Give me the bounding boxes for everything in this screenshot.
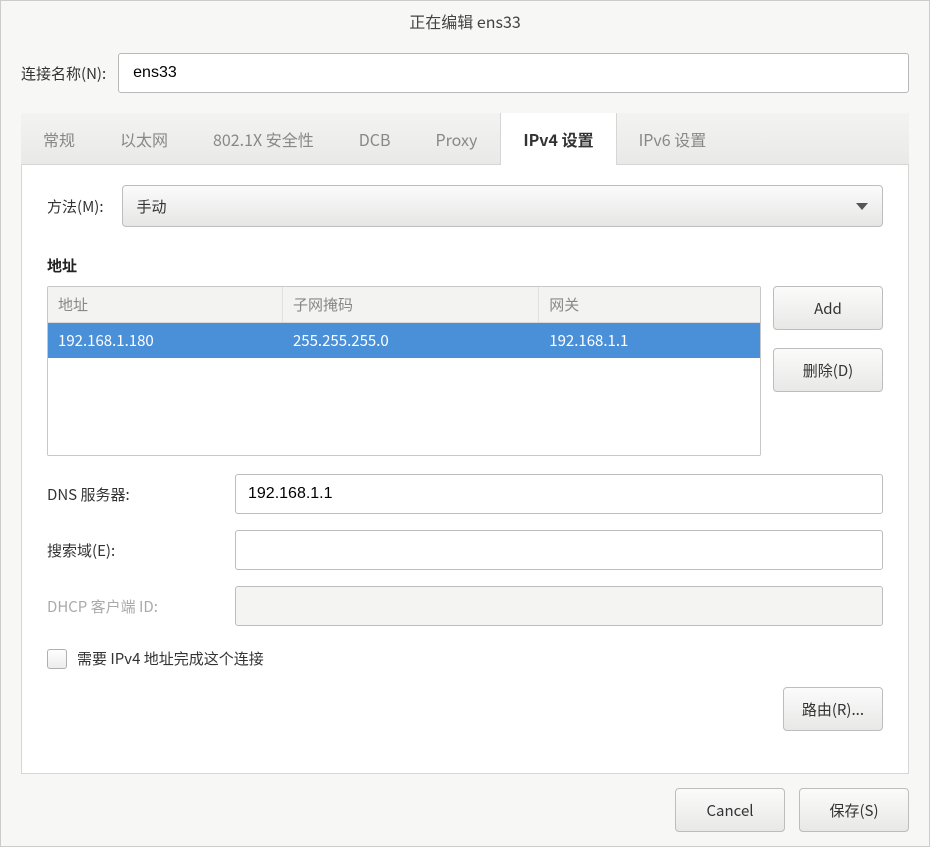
dns-input[interactable] <box>235 474 883 514</box>
tab-8021x-security[interactable]: 802.1X 安全性 <box>191 113 337 164</box>
window-titlebar: 正在编辑 ens33 <box>1 1 929 41</box>
add-button[interactable]: Add <box>773 286 883 330</box>
table-row[interactable]: 192.168.1.180 255.255.255.0 192.168.1.1 <box>48 323 760 358</box>
dns-row: DNS 服务器: <box>47 474 883 514</box>
connection-name-row: 连接名称(N): <box>21 53 909 93</box>
window-content: 连接名称(N): 常规 以太网 802.1X 安全性 DCB Proxy IPv… <box>1 41 929 774</box>
editing-connection-window: 正在编辑 ens33 连接名称(N): 常规 以太网 802.1X 安全性 DC… <box>0 0 930 847</box>
tab-dcb[interactable]: DCB <box>337 113 414 164</box>
addresses-table-header: 地址 子网掩码 网关 <box>48 287 760 323</box>
tab-ipv6-settings[interactable]: IPv6 设置 <box>617 113 730 164</box>
chevron-down-icon <box>856 203 868 210</box>
method-select-value: 手动 <box>137 196 167 217</box>
addresses-buttons: Add 删除(D) <box>773 286 883 456</box>
routes-row: 路由(R)... <box>47 687 883 731</box>
method-select[interactable]: 手动 <box>122 185 884 227</box>
col-header-netmask[interactable]: 子网掩码 <box>283 287 539 322</box>
search-domain-row: 搜索域(E): <box>47 530 883 570</box>
search-domain-input[interactable] <box>235 530 883 570</box>
dhcp-client-id-input <box>235 586 883 626</box>
cell-gateway: 192.168.1.1 <box>539 323 760 358</box>
connection-name-label: 连接名称(N): <box>21 63 106 84</box>
ipv4-tab-body: 方法(M): 手动 地址 地址 子网掩码 网关 192.168.1.180 <box>21 165 909 774</box>
tabs-bar: 常规 以太网 802.1X 安全性 DCB Proxy IPv4 设置 IPv6… <box>21 113 909 165</box>
cell-address: 192.168.1.180 <box>48 323 283 358</box>
dhcp-client-id-row: DHCP 客户端 ID: <box>47 586 883 626</box>
tab-proxy[interactable]: Proxy <box>414 113 501 164</box>
window-title: 正在编辑 ens33 <box>409 9 520 33</box>
save-button[interactable]: 保存(S) <box>799 788 909 832</box>
routes-button[interactable]: 路由(R)... <box>783 687 883 731</box>
col-header-address[interactable]: 地址 <box>48 287 283 322</box>
cell-netmask: 255.255.255.0 <box>283 323 539 358</box>
col-header-gateway[interactable]: 网关 <box>539 287 760 322</box>
tab-ipv4-settings[interactable]: IPv4 设置 <box>500 113 616 164</box>
require-ipv4-label: 需要 IPv4 地址完成这个连接 <box>77 648 264 669</box>
addresses-wrap: 地址 子网掩码 网关 192.168.1.180 255.255.255.0 1… <box>47 286 883 456</box>
connection-name-input[interactable] <box>118 53 909 93</box>
addresses-table[interactable]: 地址 子网掩码 网关 192.168.1.180 255.255.255.0 1… <box>47 286 761 456</box>
tab-general[interactable]: 常规 <box>21 113 98 164</box>
tab-ethernet[interactable]: 以太网 <box>98 113 191 164</box>
delete-button[interactable]: 删除(D) <box>773 348 883 392</box>
method-label: 方法(M): <box>47 196 104 217</box>
method-row: 方法(M): 手动 <box>47 185 883 227</box>
dhcp-client-id-label: DHCP 客户端 ID: <box>47 596 217 617</box>
dialog-footer: Cancel 保存(S) <box>1 774 929 846</box>
dns-label: DNS 服务器: <box>47 484 217 505</box>
addresses-section-title: 地址 <box>47 255 883 276</box>
require-ipv4-checkbox[interactable] <box>47 649 67 669</box>
require-ipv4-row: 需要 IPv4 地址完成这个连接 <box>47 648 883 669</box>
cancel-button[interactable]: Cancel <box>675 788 785 832</box>
search-domain-label: 搜索域(E): <box>47 540 217 561</box>
